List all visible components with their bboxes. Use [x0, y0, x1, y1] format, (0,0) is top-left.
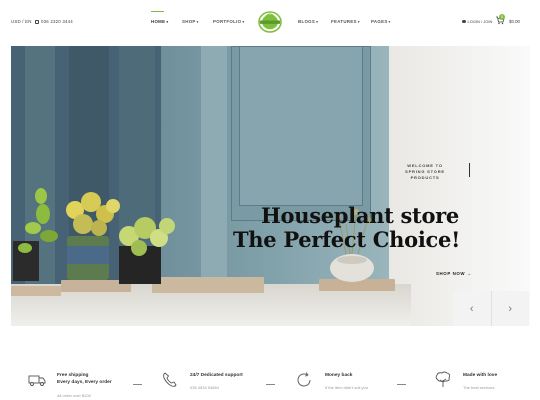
hero-slider: WELCOME TO SPRING STORE PRODUCTS Housepl… [11, 46, 530, 326]
phone-number: 036 2320 3444 [41, 19, 73, 24]
chevron-down-icon: ▾ [388, 20, 391, 24]
nav-pages[interactable]: PAGES▾ [371, 19, 391, 24]
login-label: LOGIN / JOIN [467, 19, 493, 24]
slider-controls: ‹ › [453, 291, 529, 326]
feature-sub-shipping: All order over $100 [57, 393, 91, 398]
truck-icon [28, 375, 46, 386]
feature-title-shipping-line2: Every days, Every order [57, 380, 112, 385]
slider-prev-button[interactable]: ‹ [453, 291, 492, 326]
chevron-down-icon: ▾ [242, 20, 245, 24]
feature-title-support: 24/7 Dedicated support [190, 373, 243, 378]
chevron-left-icon: ‹ [469, 302, 474, 315]
site-header: USD / EN 036 2320 3444 HOME▾ SHOP▾ PORTF… [0, 0, 540, 44]
chevron-down-icon: ▾ [316, 20, 319, 24]
nav-home[interactable]: HOME▾ [151, 11, 169, 24]
chevron-down-icon: ▾ [166, 20, 169, 24]
cart-count-badge: 0 [499, 14, 505, 20]
feature-separator [133, 384, 142, 385]
feature-separator [397, 384, 406, 385]
refresh-icon [297, 372, 311, 387]
nav-features[interactable]: FEATURES▾ [331, 19, 360, 24]
feature-title-love: Made with love [463, 373, 498, 378]
chevron-down-icon: ▾ [357, 20, 360, 24]
feature-sub-support: 035 4534 54664 [190, 385, 219, 390]
login-link[interactable]: LOGIN / JOIN [462, 19, 492, 24]
feature-sub-love: The best services [463, 385, 495, 390]
nav-blogs[interactable]: BLOGS▾ [298, 19, 318, 24]
header-phone: 036 2320 3444 [35, 19, 73, 24]
shop-now-button[interactable]: SHOP NOW → [436, 271, 472, 276]
feature-title-shipping: Free shipping [57, 373, 89, 378]
nav-shop[interactable]: SHOP▾ [182, 19, 199, 24]
nav-portfolio[interactable]: PORTFOLIO▾ [213, 19, 244, 24]
tree-icon [435, 371, 451, 387]
phone-small-icon [35, 19, 39, 24]
spring-logo[interactable] [257, 11, 283, 33]
potted-plants-image [13, 188, 175, 284]
chevron-right-icon: › [508, 302, 513, 315]
welcome-divider [469, 163, 471, 177]
slider-next-button[interactable]: › [492, 291, 530, 326]
currency-selector[interactable]: USD / EN [11, 19, 32, 24]
feature-sub-money-back: If the item didn't suit you [325, 385, 369, 390]
feature-title-money-back: Money back [325, 373, 353, 378]
features-bar: Free shipping Every days, Every order Al… [0, 330, 540, 400]
user-icon [462, 19, 466, 24]
feature-separator [266, 384, 275, 385]
hero-headline-line2: The Perfect Choice! [232, 227, 460, 252]
cart-total[interactable]: $0.00 [509, 19, 520, 24]
hero-headline-line1: Houseplant store [260, 203, 459, 228]
phone-icon [163, 372, 177, 387]
hero-welcome-text: WELCOME TO SPRING STORE PRODUCTS [405, 163, 445, 180]
chevron-down-icon: ▾ [196, 20, 199, 24]
